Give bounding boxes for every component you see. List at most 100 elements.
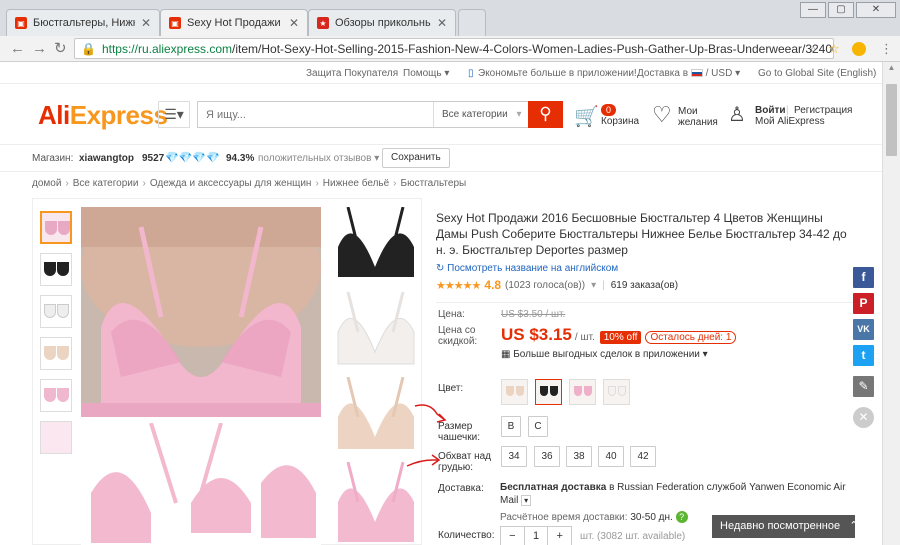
category-select[interactable]: Все категории ▾ bbox=[433, 102, 528, 127]
delivery-to-link[interactable]: Доставка в / USD ▾ bbox=[637, 68, 740, 79]
page-scrollbar[interactable]: ▲ bbox=[882, 62, 900, 545]
pinterest-icon[interactable]: P bbox=[853, 293, 874, 314]
url-path: /item/Hot-Sexy-Hot-Selling-2015-Fashion-… bbox=[232, 41, 833, 56]
scroll-up-icon[interactable]: ▲ bbox=[883, 62, 900, 74]
browser-tab-2[interactable]: ▣ Sexy Hot Продажи 2016 Б ✕ bbox=[160, 9, 308, 36]
breadcrumb-all-categories[interactable]: Все категории bbox=[73, 178, 139, 189]
minimize-button[interactable]: — bbox=[800, 2, 826, 18]
close-icon[interactable]: ✕ bbox=[437, 16, 447, 30]
browser-tab-3[interactable]: ★ Обзоры прикольных и не ✕ bbox=[308, 9, 456, 36]
main-product-image[interactable] bbox=[81, 207, 321, 417]
shipping-options-dropdown[interactable]: ▾ bbox=[521, 495, 532, 506]
bookmark-star-icon[interactable]: ☆ bbox=[828, 40, 840, 58]
help-link[interactable]: Помощь ▾ bbox=[403, 68, 449, 79]
zoom-icon[interactable]: ⌕ bbox=[810, 40, 817, 58]
better-deals-label: Больше выгодных сделок в приложении bbox=[513, 349, 700, 360]
user-icon[interactable]: ♙ bbox=[728, 102, 746, 127]
wishlist-line2[interactable]: желания bbox=[678, 117, 718, 129]
original-price: US $3.50 / шт. bbox=[501, 309, 566, 320]
scrollbar-thumb[interactable] bbox=[886, 84, 897, 156]
positive-feedback-link[interactable]: положительных отзывов ▾ bbox=[258, 153, 379, 164]
delivery-label: Доставка: bbox=[438, 483, 484, 494]
help-question-icon[interactable]: ? bbox=[675, 511, 688, 523]
breadcrumb-underwear[interactable]: Нижнее бельё bbox=[323, 178, 389, 189]
quantity-value[interactable]: 1 bbox=[525, 527, 548, 545]
color-option-white[interactable] bbox=[603, 379, 630, 405]
store-name-link[interactable]: xiawangtop bbox=[79, 153, 134, 164]
girth-size-36[interactable]: 36 bbox=[534, 446, 560, 467]
product-gallery bbox=[32, 198, 422, 545]
new-tab-button[interactable] bbox=[458, 9, 486, 36]
rating-value: 4.8 bbox=[484, 278, 501, 292]
site-header: AliExpress ☰▾ Все категории ▾ ⚲ 🛒 0 Корз… bbox=[0, 84, 882, 144]
translate-title-link[interactable]: ↻ Посмотреть название на английском bbox=[436, 263, 856, 274]
bra-back-image bbox=[91, 422, 316, 543]
gallery-thumbnail[interactable] bbox=[40, 421, 72, 454]
back-icon[interactable]: ← bbox=[10, 40, 25, 58]
increase-quantity-button[interactable]: + bbox=[547, 527, 571, 545]
gallery-thumbnail[interactable] bbox=[40, 211, 72, 244]
cart-link[interactable]: Корзина bbox=[601, 116, 639, 128]
sale-price-label-2: скидкой: bbox=[438, 336, 478, 347]
color-option-beige[interactable] bbox=[501, 379, 528, 405]
cup-size-b[interactable]: B bbox=[501, 416, 521, 437]
black-bra-image[interactable] bbox=[333, 206, 419, 287]
forward-icon[interactable]: → bbox=[32, 40, 47, 58]
votes-link[interactable]: (1023 голоса(ов)) bbox=[505, 280, 585, 291]
close-icon[interactable]: ✕ bbox=[141, 16, 151, 30]
available-quantity: шт. (3082 шт. available) bbox=[580, 531, 686, 542]
gallery-thumbnail[interactable] bbox=[40, 253, 72, 286]
category-menu-button[interactable]: ☰▾ bbox=[158, 101, 190, 128]
color-option-pink[interactable] bbox=[569, 379, 596, 405]
twitter-icon[interactable]: t bbox=[853, 345, 874, 366]
close-icon[interactable]: ✕ bbox=[289, 16, 299, 30]
window-close-button[interactable]: ✕ bbox=[856, 2, 896, 18]
girth-size-38[interactable]: 38 bbox=[566, 446, 592, 467]
search-icon: ⚲ bbox=[539, 104, 552, 123]
url-input[interactable]: 🔒 https://ru.aliexpress.com /item/Hot-Se… bbox=[74, 38, 834, 59]
search-bar: Все категории ▾ bbox=[197, 101, 529, 128]
extension-icon[interactable] bbox=[852, 42, 866, 56]
cup-size-c[interactable]: C bbox=[528, 416, 548, 437]
decrease-quantity-button[interactable]: − bbox=[501, 527, 525, 545]
menu-dots-icon[interactable]: ⋮ bbox=[880, 40, 893, 58]
my-aliexpress-link[interactable]: Мой AliExpress bbox=[755, 116, 825, 128]
breadcrumb-women-clothing[interactable]: Одежда и аксессуары для женщин bbox=[150, 178, 312, 189]
app-link[interactable]: Экономьте больше в приложении! bbox=[478, 68, 637, 79]
girth-size-40[interactable]: 40 bbox=[598, 446, 624, 467]
heart-icon[interactable]: ♡ bbox=[652, 102, 672, 128]
lock-icon: 🔒 bbox=[81, 41, 96, 56]
tab-label: Sexy Hot Продажи 2016 Б bbox=[187, 17, 283, 29]
facebook-icon[interactable]: f bbox=[853, 267, 874, 288]
better-deals-link[interactable]: ▦ Больше выгодных сделок в приложении ▾ bbox=[501, 349, 708, 360]
aliexpress-logo[interactable]: AliExpress bbox=[38, 100, 168, 131]
browser-tab-1[interactable]: ▣ Бюстгальтеры, Нижнее бе ✕ bbox=[6, 9, 160, 36]
edit-icon[interactable]: ✎ bbox=[853, 376, 874, 397]
gallery-thumbnail[interactable] bbox=[40, 295, 72, 328]
gallery-thumbnail[interactable] bbox=[40, 337, 72, 370]
buyer-protection-link[interactable]: Защита Покупателя bbox=[306, 68, 398, 79]
maximize-button[interactable]: ▢ bbox=[828, 2, 854, 18]
sale-price-unit: / шт. bbox=[574, 332, 595, 343]
chevron-down-icon: ▾ bbox=[591, 279, 597, 291]
recently-viewed-panel[interactable]: Недавно посмотренное ⌃ bbox=[712, 515, 858, 538]
quantity-stepper: − 1 + bbox=[500, 526, 572, 545]
gallery-thumbnail[interactable] bbox=[40, 379, 72, 412]
color-option-black[interactable] bbox=[535, 379, 562, 405]
save-store-button[interactable]: Сохранить bbox=[382, 148, 450, 168]
girth-size-34[interactable]: 34 bbox=[501, 446, 527, 467]
breadcrumb-home[interactable]: домой bbox=[32, 178, 61, 189]
search-input[interactable] bbox=[198, 102, 433, 127]
close-icon[interactable]: ✕ bbox=[853, 407, 874, 428]
girth-size-42[interactable]: 42 bbox=[630, 446, 656, 467]
global-site-link[interactable]: Go to Global Site (English) bbox=[758, 68, 876, 79]
days-left-badge: Осталось дней: 1 bbox=[645, 331, 737, 344]
vk-icon[interactable]: VK bbox=[853, 319, 874, 340]
pink-bra-image[interactable] bbox=[333, 461, 419, 542]
cart-icon[interactable]: 🛒 bbox=[574, 104, 599, 129]
reload-icon[interactable]: ↻ bbox=[54, 40, 67, 58]
search-button[interactable]: ⚲ bbox=[528, 101, 563, 128]
white-bra-image[interactable] bbox=[333, 291, 419, 372]
secondary-product-image[interactable] bbox=[81, 422, 321, 545]
breadcrumb-bras[interactable]: Бюстгальтеры bbox=[401, 178, 467, 189]
